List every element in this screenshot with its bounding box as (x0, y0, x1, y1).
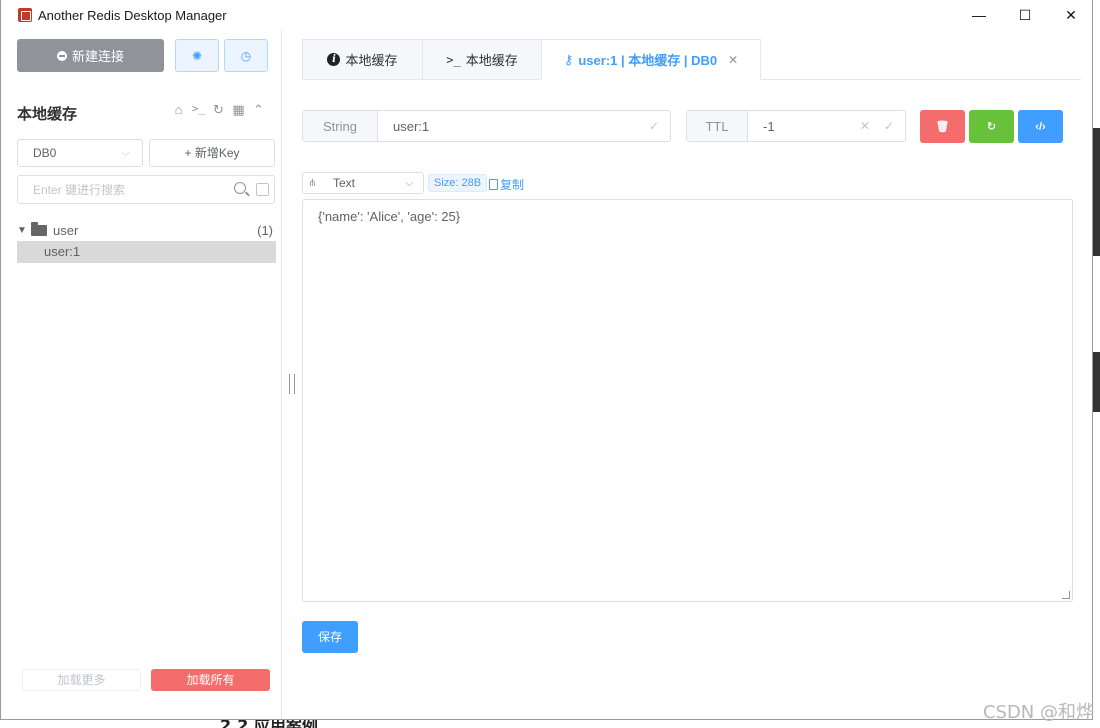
code-icon: ‹/› (1035, 120, 1046, 133)
search-box (17, 175, 275, 204)
clear-icon[interactable]: ✕ (860, 119, 870, 133)
db-select-value: DB0 (33, 146, 57, 160)
tab-label: 本地缓存 (465, 53, 518, 68)
key-name-field: String user:1 ✓ (302, 110, 671, 142)
trash-icon: 🗑 (935, 121, 950, 133)
save-button[interactable]: 保存 (302, 621, 358, 653)
key-tree: ▼ user (1) user:1 (17, 220, 276, 263)
tab-label: user:1 | 本地缓存 | DB0 (578, 53, 718, 68)
new-connection-button[interactable]: 新建连接 (17, 39, 164, 72)
value-textarea[interactable]: {'name': 'Alice', 'age': 25} (302, 199, 1073, 602)
search-input[interactable] (19, 177, 224, 202)
tab-console[interactable]: >_ 本地缓存 (422, 39, 542, 80)
minus-circle-icon (56, 50, 67, 61)
delete-key-button[interactable]: 🗑 (920, 110, 965, 143)
clock-icon: ◷ (240, 48, 252, 63)
connection-toolbar: ⌂ >_ ↻ ▦ ⌃ (171, 102, 266, 118)
home-icon[interactable]: ⌂ (171, 102, 186, 118)
tree-folder[interactable]: ▼ user (1) (17, 220, 276, 241)
check-icon[interactable]: ✓ (649, 111, 670, 141)
grid-icon[interactable]: ▦ (231, 102, 246, 118)
size-badge: Size: 28B (428, 174, 488, 192)
dump-command-button[interactable]: ‹/› (1018, 110, 1063, 143)
refresh-icon[interactable]: ↻ (211, 102, 226, 118)
sidebar: 新建连接 ✺ ◷ 本地缓存 ⌂ >_ ↻ ▦ ⌃ DB0 ⌵ + 新增Key E… (1, 30, 282, 719)
info-icon: i (327, 53, 341, 66)
ttl-label: TTL (687, 111, 748, 141)
tab-key-detail[interactable]: ⚷ user:1 | 本地缓存 | DB0 ✕ (541, 39, 761, 80)
terminal-icon[interactable]: >_ (191, 102, 206, 118)
copy-label: 复制 (500, 178, 525, 192)
sitemap-icon: ⋔ (308, 177, 317, 189)
key-type-label: String (303, 111, 378, 141)
exact-search-checkbox[interactable] (256, 183, 269, 196)
key-icon: ⚷ (563, 51, 574, 67)
folder-count: (1) (257, 223, 273, 238)
check-icon[interactable]: ✓ (884, 119, 894, 133)
refresh-icon: ↻ (986, 121, 997, 133)
panel-splitter[interactable] (289, 374, 295, 394)
refresh-key-button[interactable]: ↻ (969, 110, 1014, 143)
format-value: Text (333, 176, 356, 190)
new-connection-label: 新建连接 (71, 49, 124, 64)
ttl-input[interactable]: -1 (748, 111, 860, 141)
chevron-down-icon: ⌵ (121, 147, 130, 159)
maximize-button[interactable]: ☐ (1002, 0, 1048, 30)
db-select[interactable]: DB0 ⌵ (17, 139, 143, 167)
tab-connection-info[interactable]: i 本地缓存 (302, 39, 423, 80)
close-window-button[interactable]: ✕ (1048, 0, 1094, 30)
chevron-down-icon: ▼ (17, 225, 27, 236)
load-more-button[interactable]: 加载更多 (22, 669, 141, 691)
folder-name: user (53, 223, 79, 238)
key-name-input[interactable]: user:1 (378, 111, 649, 141)
ttl-field: TTL -1 ✕ ✓ (686, 110, 906, 142)
resize-handle-icon[interactable] (1062, 591, 1070, 599)
watermark: CSDN @和烨 (982, 702, 1094, 723)
load-all-button[interactable]: 加载所有 (151, 669, 270, 691)
settings-button[interactable]: ✺ (175, 39, 219, 72)
app-window: Another Redis Desktop Manager — ☐ ✕ 新建连接… (0, 0, 1093, 720)
history-button[interactable]: ◷ (224, 39, 268, 72)
copy-icon (489, 179, 498, 190)
app-logo-icon (18, 8, 32, 22)
copy-value-button[interactable]: 复制 (489, 176, 524, 193)
terminal-icon: >_ (446, 52, 461, 67)
tree-key-item[interactable]: user:1 (17, 241, 276, 263)
value-text: {'name': 'Alice', 'age': 25} (318, 209, 461, 224)
window-title: Another Redis Desktop Manager (38, 7, 227, 23)
tab-bar: i 本地缓存 >_ 本地缓存 ⚷ user:1 | 本地缓存 | DB0 ✕ (302, 39, 1081, 80)
folder-open-icon (31, 222, 47, 236)
background-page-strip (1092, 0, 1100, 728)
chevron-up-icon[interactable]: ⌃ (251, 102, 266, 118)
gear-icon: ✺ (191, 48, 203, 63)
title-bar: Another Redis Desktop Manager — ☐ ✕ (1, 0, 1092, 30)
format-select[interactable]: ⋔ Text ⌵ (302, 172, 424, 194)
search-icon[interactable] (234, 182, 246, 194)
minimize-button[interactable]: — (956, 0, 1002, 30)
connection-name: 本地缓存 (17, 106, 78, 123)
chevron-down-icon: ⌵ (405, 177, 413, 189)
add-key-button[interactable]: + 新增Key (149, 139, 275, 167)
tab-label: 本地缓存 (345, 53, 398, 68)
tab-close-icon[interactable]: ✕ (728, 53, 738, 67)
